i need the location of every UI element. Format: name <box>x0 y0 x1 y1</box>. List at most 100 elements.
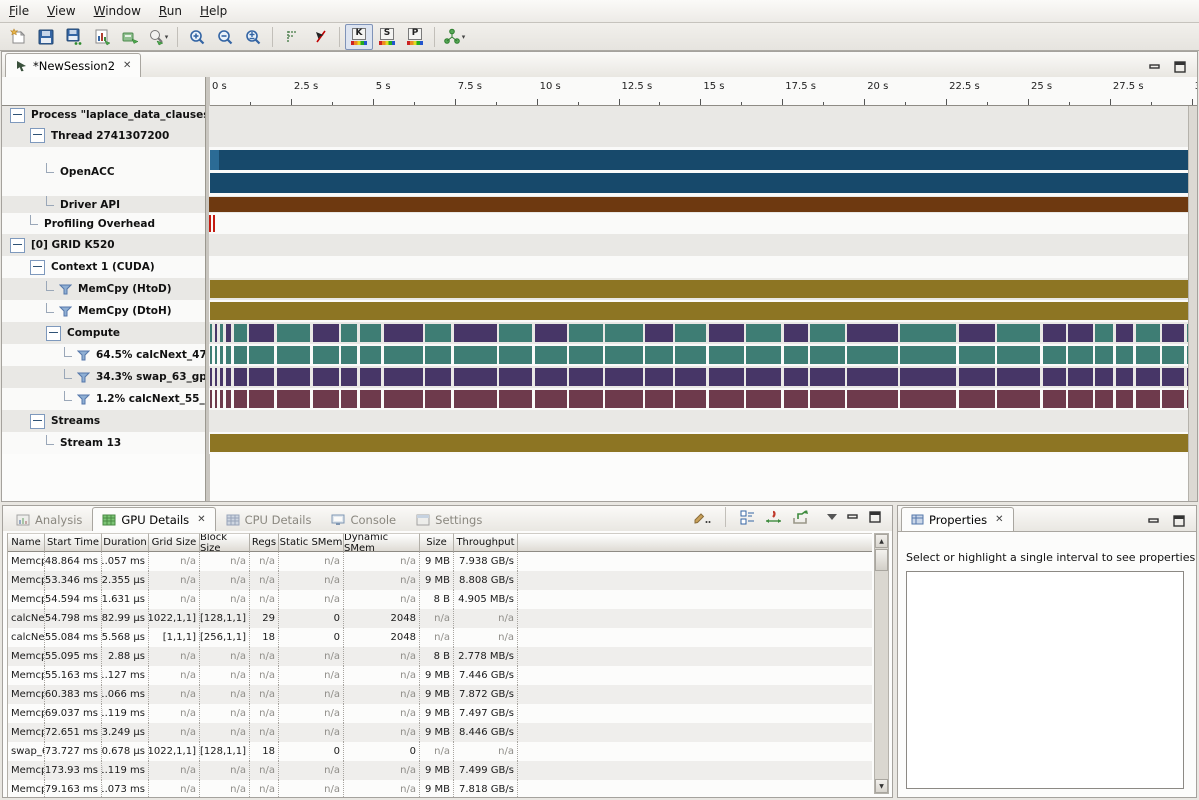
timeline-interval[interactable] <box>1136 324 1160 342</box>
timeline-interval[interactable] <box>226 346 231 364</box>
filter-icon[interactable] <box>77 372 90 383</box>
timeline-interval[interactable] <box>341 346 357 364</box>
timeline-interval[interactable] <box>226 324 231 342</box>
timeline-interval[interactable] <box>1043 324 1066 342</box>
timeline-interval[interactable] <box>784 368 808 386</box>
timeline-interval[interactable] <box>997 390 1040 408</box>
filter-icon[interactable] <box>59 284 72 295</box>
timeline-tree-row[interactable]: Streams <box>2 410 205 432</box>
tab-properties[interactable]: Properties ✕ <box>901 507 1014 531</box>
timeline-interval[interactable] <box>234 346 247 364</box>
timeline-tree-row[interactable]: 1.2% calcNext_55_g... <box>2 388 205 410</box>
timeline-interval[interactable] <box>645 368 672 386</box>
timeline-interval[interactable] <box>313 390 339 408</box>
table-row[interactable]: Memcpy155.163 ms1.127 msn/an/an/an/an/a9… <box>8 666 872 685</box>
tab-analysis[interactable]: Analysis <box>6 507 92 531</box>
timeline-interval[interactable] <box>1116 368 1133 386</box>
close-icon[interactable]: ✕ <box>197 514 205 525</box>
timeline-interval[interactable] <box>313 368 339 386</box>
table-row[interactable]: calcNext154.798 ms282.99 µs[1022,1,1][12… <box>8 609 872 628</box>
timeline-interval[interactable] <box>210 150 219 170</box>
timeline-interval[interactable] <box>249 368 274 386</box>
timeline-tree-row[interactable]: Driver API <box>2 196 205 213</box>
minimize-icon[interactable] <box>1149 62 1162 73</box>
timeline-interval[interactable] <box>384 368 423 386</box>
timeline-interval[interactable] <box>997 346 1040 364</box>
timeline-interval[interactable] <box>499 390 532 408</box>
timeline-interval[interactable] <box>1136 368 1160 386</box>
timeline-interval[interactable] <box>1095 368 1113 386</box>
timeline-interval[interactable] <box>215 368 217 386</box>
timeline-interval[interactable] <box>810 346 844 364</box>
timeline-interval[interactable] <box>535 324 567 342</box>
timeline-interval[interactable] <box>215 346 217 364</box>
filter-icon[interactable] <box>77 372 90 383</box>
timeline-interval[interactable] <box>709 346 744 364</box>
run-box-icon[interactable] <box>116 24 144 50</box>
view-menu-icon[interactable] <box>826 513 838 521</box>
timeline-interval[interactable] <box>959 390 995 408</box>
filter-icon[interactable] <box>77 350 90 361</box>
timeline-tree-row[interactable]: Context 1 (CUDA) <box>2 256 205 278</box>
column-header-dynamic-smem[interactable]: Dynamic SMem <box>344 533 420 552</box>
timeline-tree-row[interactable]: Profiling Overhead <box>2 213 205 234</box>
kernel-view-icon[interactable]: K <box>345 24 373 50</box>
timeline-interval[interactable] <box>454 368 497 386</box>
timeline-interval[interactable] <box>360 324 381 342</box>
maximize-icon[interactable] <box>869 511 882 523</box>
table-row[interactable]: Memcpy179.163 ms1.073 msn/an/an/an/an/a9… <box>8 780 872 797</box>
timeline-interval[interactable] <box>220 368 223 386</box>
timeline-interval[interactable] <box>277 346 310 364</box>
timeline-interval[interactable] <box>1162 346 1184 364</box>
maximize-icon[interactable] <box>1173 515 1186 527</box>
timeline-interval[interactable] <box>210 324 212 342</box>
filter-icon[interactable] <box>59 284 72 295</box>
timeline-interval[interactable] <box>1095 346 1113 364</box>
export-icon[interactable] <box>792 510 809 525</box>
column-header-duration[interactable]: Duration <box>102 533 149 552</box>
zoom-out-icon[interactable] <box>211 24 239 50</box>
timeline-interval[interactable] <box>313 324 339 342</box>
timeline-interval[interactable] <box>341 368 357 386</box>
maximize-icon[interactable] <box>1174 61 1187 73</box>
table-scrollbar[interactable]: ▲ ▼ <box>874 533 889 794</box>
timeline-interval[interactable] <box>384 346 423 364</box>
timeline-tree-row[interactable]: Compute <box>2 322 205 344</box>
timeline-tree-row[interactable]: Process "laplace_data_clauses 10... <box>2 106 205 124</box>
arrow-marker-icon[interactable] <box>306 24 334 50</box>
timeline-interval[interactable] <box>675 324 706 342</box>
timeline-interval[interactable] <box>535 390 567 408</box>
timeline-interval[interactable] <box>384 324 423 342</box>
pencil-filter-icon[interactable] <box>694 510 711 524</box>
timeline-interval[interactable] <box>249 324 274 342</box>
timeline-interval[interactable] <box>784 346 808 364</box>
timeline-interval[interactable] <box>675 346 706 364</box>
timeline-interval[interactable] <box>1095 324 1113 342</box>
timeline-interval[interactable] <box>605 390 643 408</box>
timeline-tree-row[interactable]: 64.5% calcNext_47_... <box>2 344 205 366</box>
timeline-interval[interactable] <box>1068 390 1092 408</box>
timeline-interval[interactable] <box>746 346 781 364</box>
timeline-interval[interactable] <box>1162 368 1184 386</box>
analysis-fork-icon[interactable]: ▾ <box>440 24 468 50</box>
timeline-interval[interactable] <box>847 346 898 364</box>
close-icon[interactable]: ✕ <box>123 60 131 71</box>
timeline-interval[interactable] <box>499 324 532 342</box>
timeline-interval[interactable] <box>645 324 672 342</box>
filter-icon[interactable] <box>59 306 72 317</box>
timeline-interval[interactable] <box>210 302 1188 320</box>
timeline-interval[interactable] <box>847 368 898 386</box>
timeline-interval[interactable] <box>1043 390 1066 408</box>
scrollbar-up-icon[interactable]: ▲ <box>875 534 888 548</box>
tree-layout-icon[interactable] <box>740 510 756 525</box>
timeline-interval[interactable] <box>234 368 247 386</box>
timeline-interval[interactable] <box>1162 390 1184 408</box>
timeline-interval[interactable] <box>900 324 956 342</box>
timeline-interval[interactable] <box>341 324 357 342</box>
timeline-interval[interactable] <box>959 324 995 342</box>
timeline-interval[interactable] <box>226 368 231 386</box>
timeline-interval[interactable] <box>709 324 744 342</box>
timeline-interval[interactable] <box>569 368 602 386</box>
save-icon[interactable] <box>32 24 60 50</box>
close-icon[interactable]: ✕ <box>995 514 1003 525</box>
